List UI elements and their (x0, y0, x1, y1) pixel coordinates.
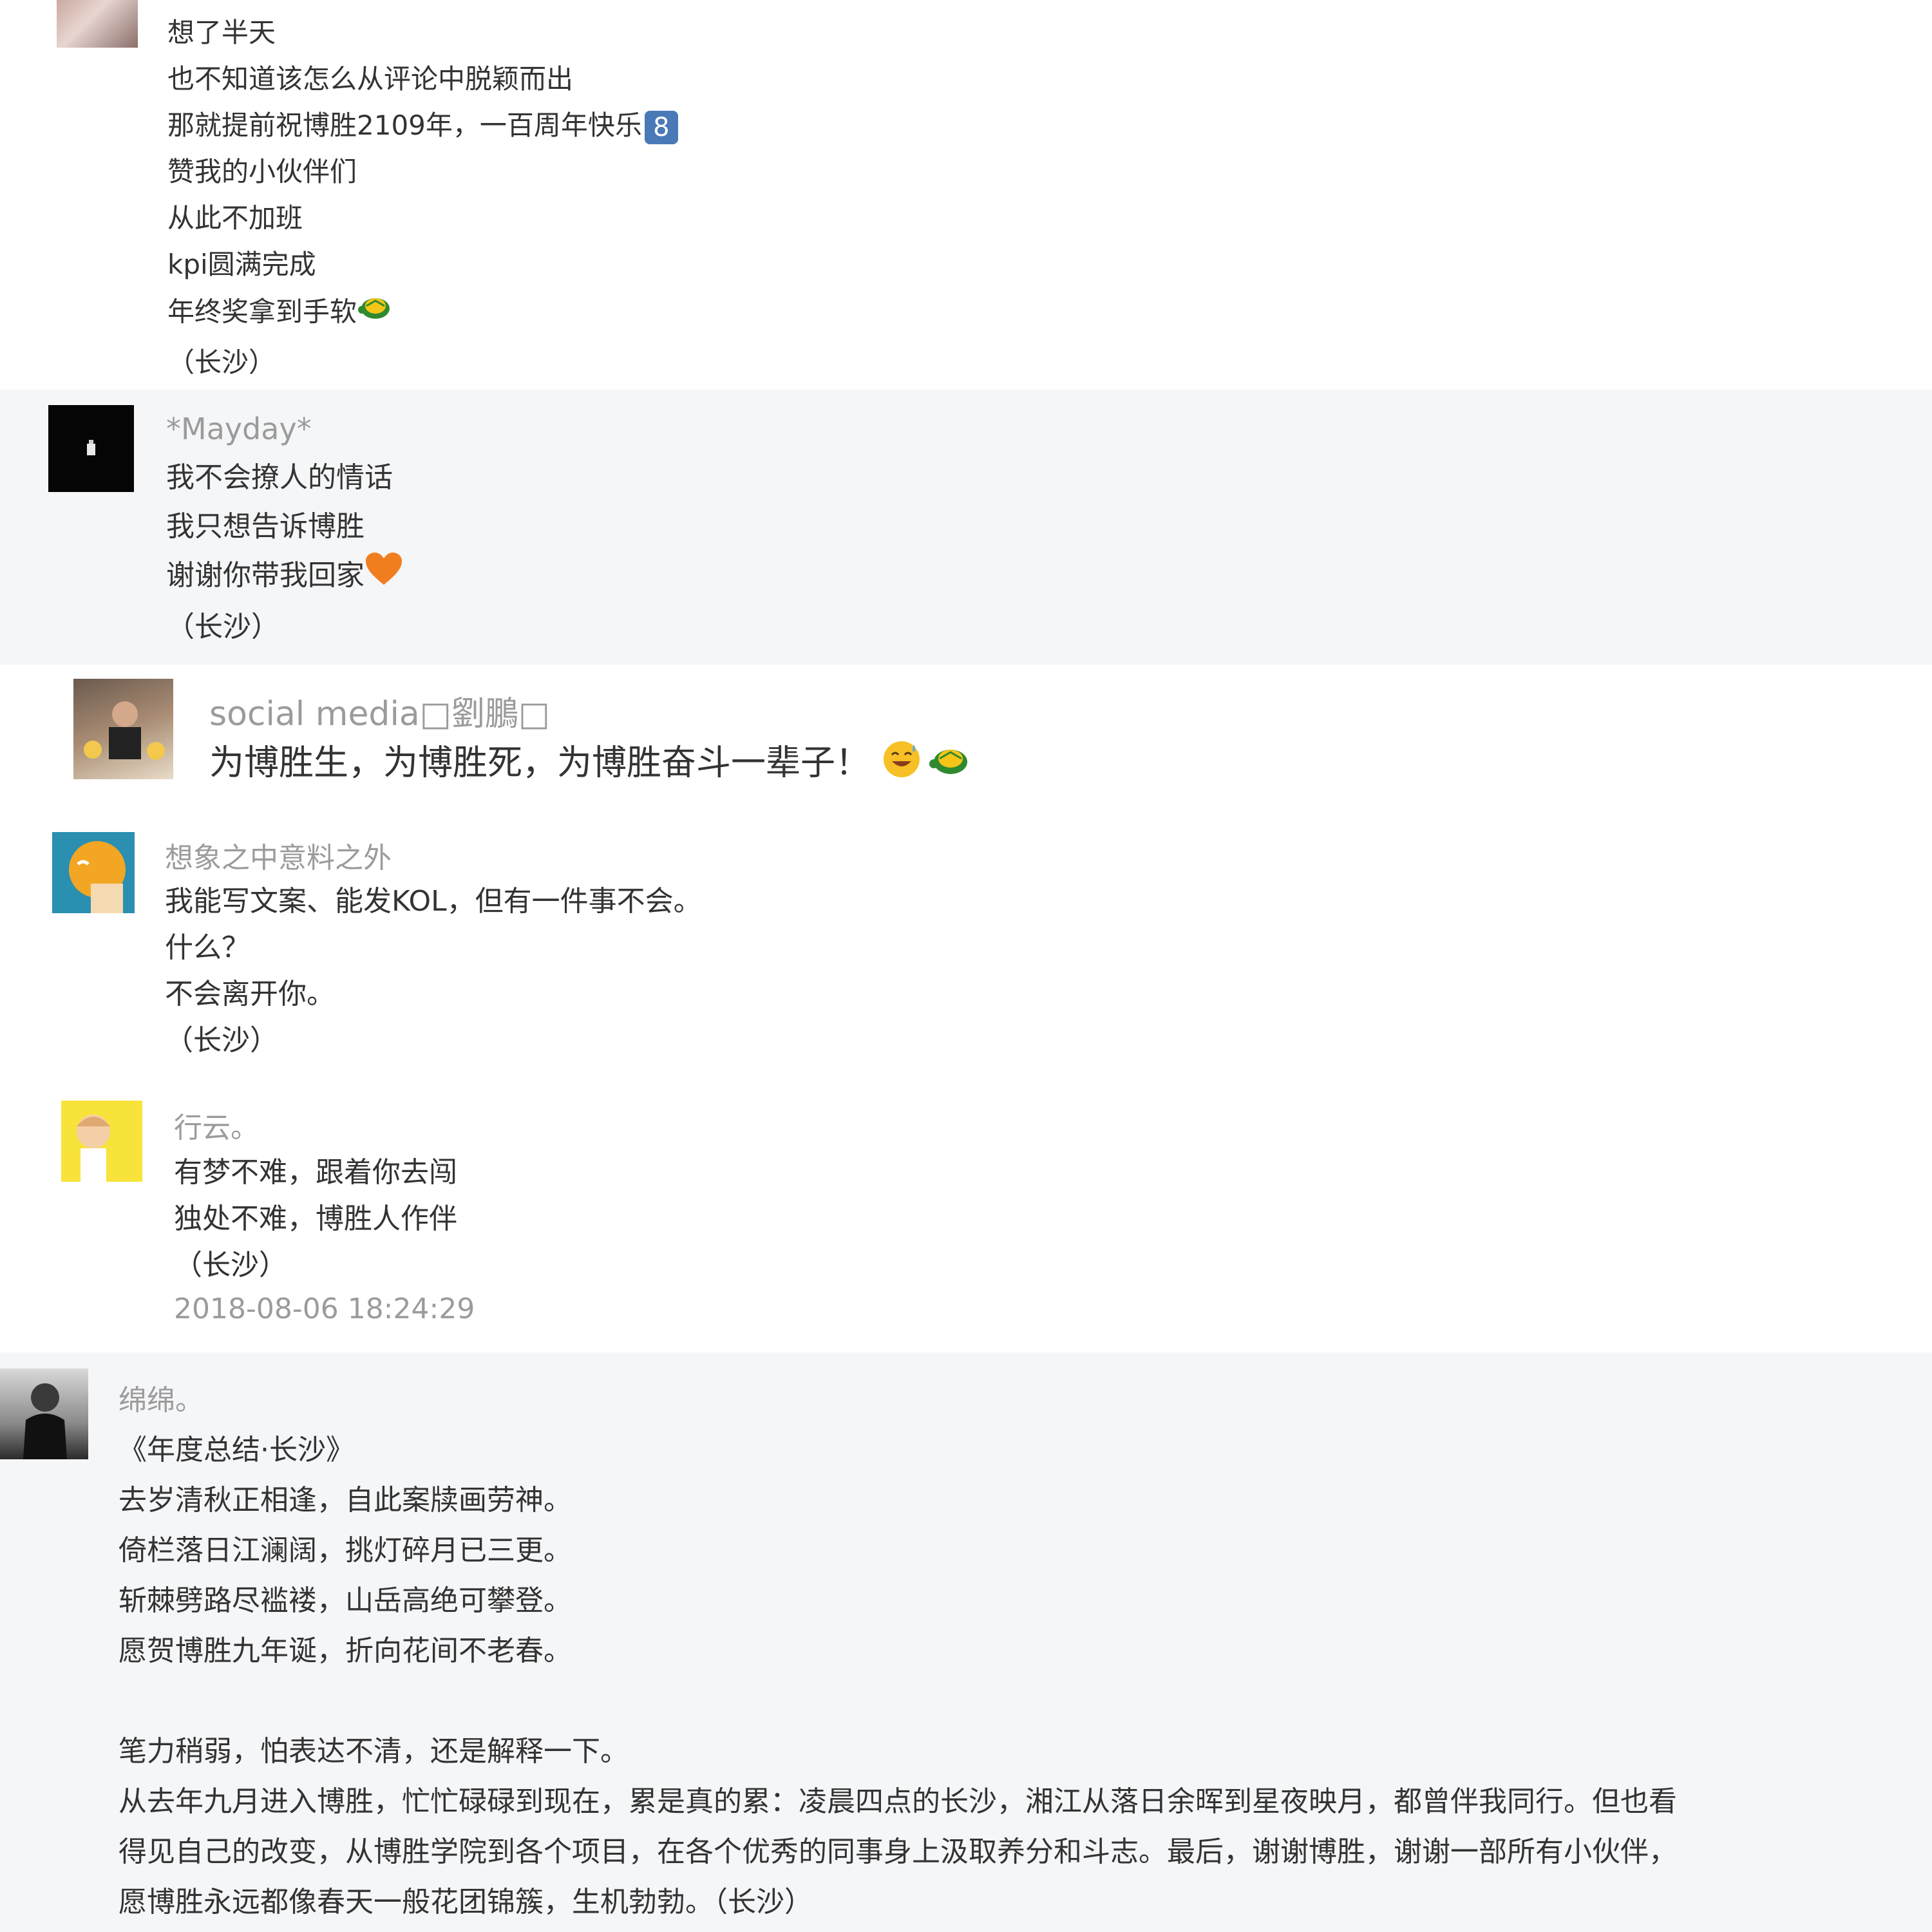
comment-line: 不会离开你。 (165, 978, 335, 1010)
commenter-name[interactable]: social media□劉鵬□ (209, 687, 550, 735)
comment-text: 《年度总结·长沙》 去岁清秋正相逢，自此案牍画劳神。 倚栏落日江澜阔，挑灯碎月已… (118, 1425, 1677, 1927)
turtle-icon (928, 738, 973, 792)
comment-line: 什么？ (165, 931, 250, 964)
comment-line: 年终奖拿到手软 (167, 296, 357, 328)
comment-3: 想象之中意料之外 我能写文案、能发KOL，但有一件事不会。 什么？ 不会离开你。… (0, 818, 1932, 1085)
comment-line: 愿博胜永远都像春天一般花团锦簇，生机勃勃。（长沙） (118, 1886, 813, 1918)
comment-line: kpi圆满完成 (167, 249, 316, 280)
comment-4: 行云。 有梦不难，跟着你去闯 独处不难，博胜人作伴 （长沙） 2018-08-0… (0, 1085, 1932, 1352)
comment-line: 那就提前祝博胜2109年，一百周年快乐 (167, 109, 642, 141)
comment-text: 为博胜生，为博胜死，为博胜奋斗一辈子！ (209, 738, 973, 792)
comment-line: （长沙） (165, 1024, 278, 1057)
comment-line: 想了半天 (167, 17, 276, 48)
avatar[interactable] (52, 832, 135, 913)
comment-line: 从此不加班 (167, 202, 303, 234)
avatar[interactable] (0, 1368, 88, 1459)
avatar[interactable] (48, 405, 134, 492)
comment-line: 有梦不难，跟着你去闯 (174, 1156, 457, 1189)
grinning-sweat-icon (880, 738, 923, 792)
comment-text: 我不会撩人的情话 我只想告诉博胜 谢谢你带我回家 （长沙） (166, 453, 403, 652)
comment-text: 有梦不难，跟着你去闯 独处不难，博胜人作伴 （长沙） (174, 1150, 457, 1289)
comment-timestamp: 2018-08-06 18:24:29 (174, 1293, 475, 1325)
comment-line: 为博胜生，为博胜死，为博胜奋斗一辈子！ (209, 742, 870, 783)
comment-1: *Mayday* 我不会撩人的情话 我只想告诉博胜 谢谢你带我回家 （长沙） (0, 390, 1932, 665)
comment-0: 想了半天 也不知道该怎么从评论中脱颖而出 那就提前祝博胜2109年，一百周年快乐… (0, 0, 1932, 390)
comment-line: 也不知道该怎么从评论中脱颖而出 (167, 63, 574, 95)
comment-line: 从去年九月进入博胜，忙忙碌碌到现在，累是真的累：凌晨四点的长沙，湘江从落日余晖到… (118, 1785, 1677, 1818)
turtle-icon (357, 288, 394, 339)
comment-5: 绵绵。 《年度总结·长沙》 去岁清秋正相逢，自此案牍画劳神。 倚栏落日江澜阔，挑… (0, 1352, 1932, 1932)
avatar[interactable] (61, 1101, 142, 1182)
comment-text: 我能写文案、能发KOL，但有一件事不会。 什么？ 不会离开你。 （长沙） (165, 878, 702, 1064)
comment-line: （长沙） (167, 346, 276, 378)
commenter-name[interactable]: 行云。 (174, 1104, 259, 1146)
comment-line: 谢谢你带我回家 (166, 559, 365, 592)
commenter-name[interactable]: 想象之中意料之外 (165, 835, 392, 876)
comment-line: （长沙） (166, 611, 279, 643)
commenter-name[interactable]: *Mayday* (166, 412, 312, 446)
comment-line: 愿贺博胜九年诞，折向花间不老春。 (118, 1634, 572, 1667)
comment-line: 我不会撩人的情话 (166, 461, 393, 494)
comment-line: 赞我的小伙伴们 (167, 156, 357, 187)
comment-2: social media□劉鵬□ 为博胜生，为博胜死，为博胜奋斗一辈子！ (0, 665, 1932, 818)
commenter-name[interactable]: 绵绵。 (118, 1377, 204, 1418)
comment-line: 笔力稍弱，怕表达不清，还是解释一下。 (118, 1735, 629, 1768)
comment-line: （长沙） (174, 1249, 287, 1282)
comment-line: 独处不难，博胜人作伴 (174, 1202, 457, 1235)
comment-line: 倚栏落日江澜阔，挑灯碎月已三更。 (118, 1534, 572, 1567)
comment-line: 得见自己的改变，从博胜学院到各个项目，在各个优秀的同事身上汲取养分和斗志。最后，… (118, 1835, 1677, 1868)
comment-line: 我只想告诉博胜 (166, 510, 365, 543)
orange-heart-icon (365, 551, 403, 603)
comment-line: 我能写文案、能发KOL，但有一件事不会。 (165, 885, 702, 918)
comment-line: 去岁清秋正相逢，自此案牍画劳神。 (118, 1484, 572, 1517)
comment-line: 《年度总结·长沙》 (118, 1434, 354, 1466)
comment-line: 斩棘劈路尽褴褛，山岳高绝可攀登。 (118, 1584, 572, 1617)
avatar[interactable] (73, 679, 173, 779)
keycap-8-icon: 8 (644, 110, 678, 144)
comment-text: 想了半天 也不知道该怎么从评论中脱颖而出 那就提前祝博胜2109年，一百周年快乐… (167, 10, 678, 386)
avatar[interactable] (57, 0, 138, 48)
